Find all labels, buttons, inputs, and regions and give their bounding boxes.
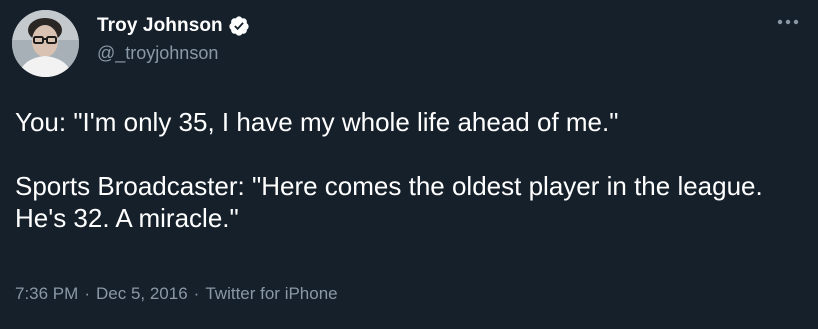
tweet-source[interactable]: Twitter for iPhone [205, 284, 337, 304]
tweet-metadata: 7:36 PM · Dec 5, 2016 · Twitter for iPho… [15, 284, 338, 304]
author-display-name[interactable]: Troy Johnson [97, 15, 223, 37]
tweet-text-line-1: You: "I'm only 35, I have my whole life … [15, 107, 619, 137]
author-handle[interactable]: @_troyjohnson [97, 43, 250, 64]
more-options-button[interactable] [776, 12, 800, 32]
avatar[interactable] [12, 10, 79, 77]
tweet-text: You: "I'm only 35, I have my whole life … [15, 106, 795, 234]
more-options-icon [777, 19, 799, 25]
avatar-photo-icon [12, 10, 79, 77]
meta-separator: · [84, 284, 90, 303]
tweet-author: Troy Johnson @_troyjohnson [97, 13, 250, 64]
tweet-date[interactable]: Dec 5, 2016 [96, 284, 188, 304]
tweet-text-line-2: Sports Broadcaster: "Here comes the olde… [15, 171, 763, 233]
tweet-time[interactable]: 7:36 PM [15, 284, 78, 304]
meta-separator: · [193, 284, 200, 303]
verified-badge-icon [228, 15, 250, 37]
author-name-row: Troy Johnson [97, 13, 250, 39]
tweet-card: Troy Johnson @_troyjohnson You: "I'm onl… [0, 0, 818, 329]
